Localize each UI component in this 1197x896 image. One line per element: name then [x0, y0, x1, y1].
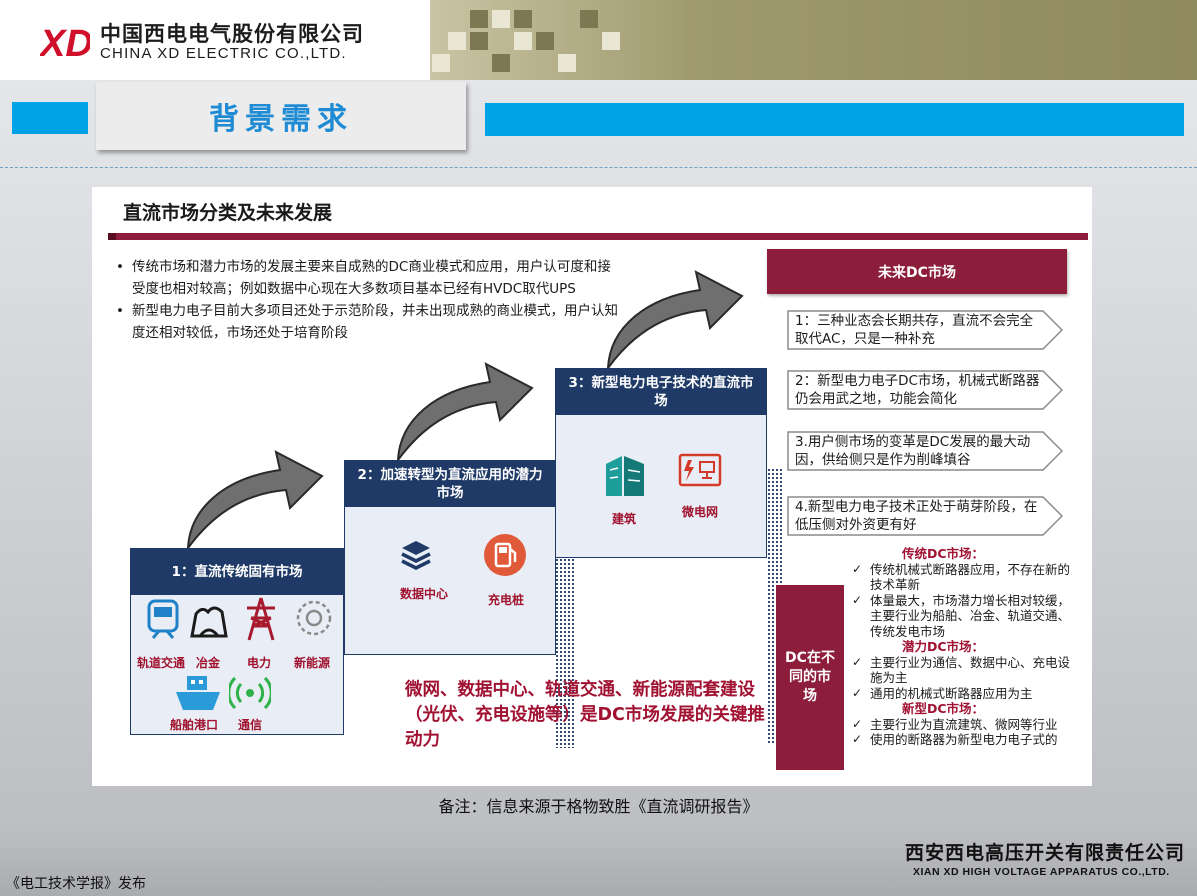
future-point: 4.新型电力电子技术正处于萌芽阶段，在低压侧对外资更有好 — [787, 496, 1063, 536]
dc-market-category: 潜力DC市场： — [902, 639, 985, 654]
communication-icon — [229, 676, 271, 710]
xd-logo-icon: XD — [40, 23, 90, 62]
decor-square — [470, 32, 488, 50]
header-decoration-band — [430, 0, 1197, 80]
future-point: 1：三种业态会长期共存，直流不会完全取代AC，只是一种补充 — [787, 310, 1063, 350]
microgrid-icon — [678, 453, 722, 487]
future-point: 3.用户侧市场的变革是DC发展的最大动因，供给侧只是作为削峰填谷 — [787, 431, 1063, 471]
stage-2-header: 2：加速转型为直流应用的潜力市场 — [345, 461, 555, 507]
footer-company-cn: 西安西电高压开关有限责任公司 — [905, 842, 1186, 864]
company-name-cn: 中国西电电气股份有限公司 — [100, 21, 364, 46]
logo-mark-text: XD — [40, 23, 90, 62]
stage-1-item-label: 冶金 — [195, 656, 220, 670]
bullet-item: 传统市场和潜力市场的发展主要来自成熟的DC商业模式和应用，用户认可度和接受度也相… — [112, 256, 622, 300]
dc-market-category: 新型DC市场： — [902, 701, 985, 716]
title-rule — [108, 233, 1088, 240]
title-accent-right — [485, 103, 1184, 136]
dc-markets-label-text: DC在不同的市场 — [785, 650, 835, 704]
decor-square — [492, 10, 510, 28]
bullet-list: 传统市场和潜力市场的发展主要来自成熟的DC商业模式和应用，用户认可度和接受度也相… — [112, 256, 622, 344]
section-title: 背景需求 — [209, 102, 353, 137]
slide-title: 直流市场分类及未来发展 — [123, 203, 333, 224]
key-driver-text: 微网、数据中心、轨道交通、新能源配套建设（光伏、充电设施等）是DC市场发展的关键… — [405, 680, 765, 750]
new-energy-icon — [296, 600, 332, 636]
stage-2-item-label: 数据中心 — [399, 587, 448, 601]
stage-3-box: 3：新型电力电子技术的直流市场 — [555, 368, 767, 558]
publisher-caption: 《电工技术学报》发布 — [6, 876, 146, 892]
decor-square — [470, 10, 488, 28]
dc-markets-list: 传统DC市场： 传统机械式断路器应用，不存在新的技术革新 体量最大，市场潜力增长… — [850, 546, 1075, 748]
section-title-tab: 背景需求 — [96, 82, 466, 150]
dc-market-item: 通用的机械式断路器应用为主 — [850, 686, 1075, 702]
decor-square — [432, 54, 450, 72]
decor-square — [580, 10, 598, 28]
bullet-item: 新型电力电子目前大多项目还处于示范阶段，并未出现成熟的商业模式，用户认知度还相对… — [112, 300, 622, 344]
decor-square — [514, 32, 532, 50]
dc-market-item: 传统机械式断路器应用，不存在新的技术革新 — [850, 562, 1075, 593]
growth-arrow-icon — [606, 270, 744, 372]
stage-1-item-label: 电力 — [246, 656, 271, 670]
dc-market-item: 使用的断路器为新型电力电子式的 — [850, 732, 1075, 748]
building-icon — [606, 456, 644, 496]
stage-3-header: 3：新型电力电子技术的直流市场 — [556, 369, 766, 415]
decor-square — [602, 32, 620, 50]
stage-1-item-label: 轨道交通 — [136, 656, 185, 670]
decor-square — [558, 54, 576, 72]
future-point-text: 3.用户侧市场的变革是DC发展的最大动因，供给侧只是作为削峰填谷 — [795, 434, 1031, 468]
future-point-text: 4.新型电力电子技术正处于萌芽阶段，在低压侧对外资更有好 — [795, 499, 1038, 533]
data-center-icon — [401, 541, 431, 570]
future-point-text: 1：三种业态会长期共存，直流不会完全取代AC，只是一种补充 — [795, 313, 1034, 347]
charging-pile-icon — [484, 534, 526, 576]
future-dc-market-header: 未来DC市场 — [767, 249, 1067, 294]
stage-3-item-label: 微电网 — [681, 505, 718, 519]
dc-markets-label: DC在不同的市场 — [776, 585, 844, 770]
ship-icon — [176, 676, 220, 710]
power-tower-icon — [247, 597, 275, 641]
decor-square — [492, 54, 510, 72]
metallurgy-icon — [190, 606, 228, 638]
dc-market-item: 主要行业为通信、数据中心、充电设施为主 — [850, 655, 1075, 686]
company-name-en: CHINA XD ELECTRIC CO.,LTD. — [100, 45, 347, 62]
stage-1-header: 1：直流传统固有市场 — [131, 549, 343, 595]
source-note: 备注：信息来源于格物致胜《直流调研报告》 — [438, 797, 759, 816]
dc-market-category: 传统DC市场： — [902, 546, 985, 561]
stage-3-item-label: 建筑 — [611, 512, 636, 526]
decor-square — [448, 32, 466, 50]
dashed-divider — [0, 167, 1197, 168]
stage-2-item-label: 充电桩 — [487, 593, 524, 607]
dc-market-item: 主要行业为直流建筑、微网等行业 — [850, 717, 1075, 733]
decor-square — [514, 10, 532, 28]
stage-1-item-label: 通信 — [237, 718, 262, 732]
title-rule-end — [108, 233, 116, 240]
dc-market-item: 体量最大，市场潜力增长相对较缓，主要行业为船舶、冶金、轨道交通、传统发电市场 — [850, 593, 1075, 640]
future-point-text: 2：新型电力电子DC市场，机械式断路器仍会用武之地，功能会简化 — [795, 373, 1040, 407]
growth-arrow-icon — [396, 362, 534, 464]
future-point: 2：新型电力电子DC市场，机械式断路器仍会用武之地，功能会简化 — [787, 370, 1063, 410]
growth-arrow-icon — [186, 450, 324, 552]
title-accent-left — [12, 102, 88, 134]
stage-1-item-label: 船舶港口 — [169, 718, 218, 732]
decor-square — [536, 32, 554, 50]
stage-1-item-label: 新能源 — [293, 656, 330, 670]
train-icon — [147, 599, 179, 639]
footer-company-en: XIAN XD HIGH VOLTAGE APPARATUS CO.,LTD. — [913, 866, 1170, 878]
